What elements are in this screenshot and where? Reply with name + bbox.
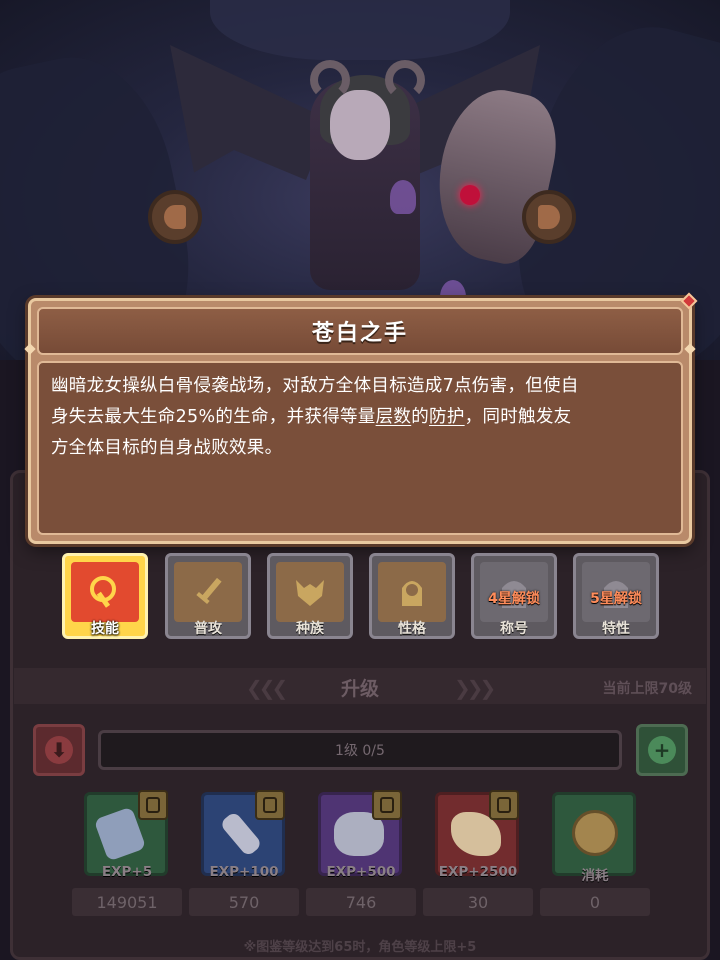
next-character-button[interactable] <box>522 190 576 244</box>
item-count: 0 <box>589 892 601 912</box>
tab-skill[interactable]: 技能 <box>62 553 148 639</box>
desc-text: 身失去最大生命25%的生命，并获得等量 <box>51 407 376 427</box>
dragon-eye <box>460 185 480 205</box>
lock-badge-icon <box>138 790 168 820</box>
skill-description: 幽暗龙女操纵白骨侵袭战场，对敌方全体目标造成7点伤害，但使自 身失去最大生命25… <box>51 371 669 464</box>
desc-line: 身失去最大生命25%的生命，并获得等量层数的防护，同时触发友 <box>51 402 669 433</box>
item-exp-label: 消耗 <box>581 868 609 884</box>
decrease-button[interactable]: ⬇ <box>33 724 85 776</box>
tab-label: 性格 <box>398 621 426 637</box>
item-exp-label: EXP+500 <box>326 864 396 880</box>
level-cap-footnote: ※图鉴等级达到65时，角色等级上限+5 <box>243 940 477 955</box>
race-icon <box>296 580 324 606</box>
tab-title[interactable]: 4星解锁 称号 <box>471 553 557 639</box>
character-face <box>330 90 390 160</box>
ghost-spirit <box>390 180 416 214</box>
unlock-requirement: 5星解锁 <box>590 591 642 607</box>
horn-left <box>310 60 350 100</box>
tab-basic-attack[interactable]: 普攻 <box>165 553 251 639</box>
tab-race[interactable]: 种族 <box>267 553 353 639</box>
tab-label: 特性 <box>602 621 630 637</box>
personality-icon <box>402 581 422 606</box>
prev-character-button[interactable] <box>148 190 202 244</box>
desc-line: 幽暗龙女操纵白骨侵袭战场，对敌方全体目标造成7点伤害，但使自 <box>51 376 579 396</box>
tab-label: 技能 <box>91 621 119 637</box>
desc-text: 的 <box>411 407 430 427</box>
tab-label: 称号 <box>500 621 528 637</box>
dragon-maiden-character <box>170 20 567 314</box>
item-count-box: 149051 <box>72 888 182 916</box>
left-arrow-icon <box>164 205 186 229</box>
item-exp-label: EXP+5 <box>101 864 153 880</box>
item-count: 149051 <box>96 892 158 912</box>
item-count-box: 746 <box>306 888 416 916</box>
keyword-layers[interactable]: 层数 <box>376 407 412 427</box>
desc-text: ，同时触发友 <box>464 407 572 427</box>
item-count-box: 570 <box>189 888 299 916</box>
level-cap: 当前上限70级 <box>602 681 692 697</box>
item-count: 570 <box>228 892 260 912</box>
down-arrow-icon: ⬇ <box>45 736 73 764</box>
level-progress-text: 1级 0/5 <box>335 743 385 759</box>
skill-icon-box <box>71 562 139 622</box>
horn-right <box>385 60 425 100</box>
tab-label: 种族 <box>296 621 324 637</box>
skill-description-box: 幽暗龙女操纵白骨侵袭战场，对敌方全体目标造成7点伤害，但使自 身失去最大生命25… <box>37 361 683 535</box>
item-count: 30 <box>467 892 489 912</box>
skill-name: 苍白之手 <box>311 321 408 346</box>
info-tabs: 技能 普攻 种族 性格 4星解锁 称号 5星解锁 特性 <box>62 553 662 645</box>
level-progress-bar: 1级 0/5 <box>98 730 622 770</box>
plus-icon: + <box>648 736 676 764</box>
sword-icon-box <box>174 562 242 622</box>
lock-badge-icon <box>255 790 285 820</box>
race-icon-box <box>276 562 344 622</box>
skill-title-bar: 苍白之手 <box>37 307 683 355</box>
lock-badge-icon <box>489 790 519 820</box>
tab-label: 普攻 <box>194 621 222 637</box>
skill-tooltip: 苍白之手 幽暗龙女操纵白骨侵袭战场，对敌方全体目标造成7点伤害，但使自 身失去最… <box>24 292 698 544</box>
item-exp-label: EXP+100 <box>209 864 279 880</box>
desc-line: 方全体目标的自身战败效果。 <box>51 438 283 458</box>
tab-personality[interactable]: 性格 <box>369 553 455 639</box>
skill-icon <box>90 576 116 608</box>
item-count-box: 30 <box>423 888 533 916</box>
right-arrow-icon <box>538 205 560 229</box>
increase-button[interactable]: + <box>636 724 688 776</box>
item-count-box: 0 <box>540 888 650 916</box>
sword-icon <box>196 577 222 605</box>
exp-items: EXP+5 149051 EXP+100 570 EXP+500 746 EXP… <box>72 790 652 920</box>
tab-trait[interactable]: 5星解锁 特性 <box>573 553 659 639</box>
coin-icon <box>572 810 618 856</box>
lock-badge-icon <box>372 790 402 820</box>
wing-left <box>170 45 330 180</box>
item-exp-label: EXP+2500 <box>438 864 518 880</box>
personality-icon-box <box>378 562 446 622</box>
keyword-protection[interactable]: 防护 <box>429 407 465 427</box>
unlock-requirement: 4星解锁 <box>488 591 540 607</box>
item-count: 746 <box>345 892 377 912</box>
